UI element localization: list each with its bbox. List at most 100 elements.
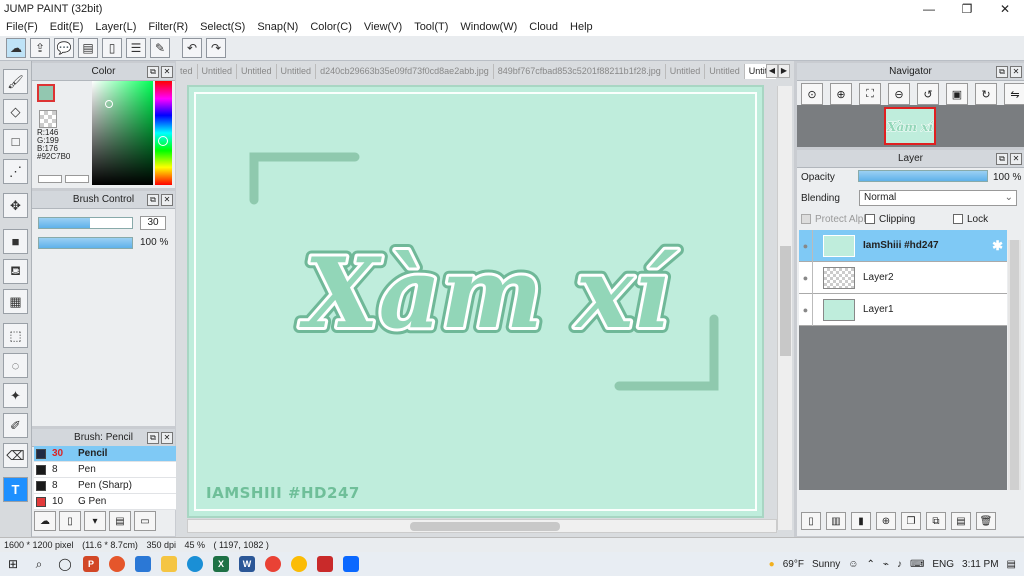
actual-size-icon[interactable]: ▣ <box>946 83 968 105</box>
blending-select[interactable]: Normal ⌄ <box>859 190 1017 206</box>
rotate-left-icon[interactable]: ↺ <box>917 83 939 105</box>
hue-slider-handle[interactable] <box>158 136 168 146</box>
menu-view[interactable]: View(V) <box>358 21 408 33</box>
zalo-app-icon[interactable] <box>338 552 364 576</box>
menu-file[interactable]: File(F) <box>0 21 44 33</box>
zoom-in-icon[interactable]: ⊕ <box>830 83 852 105</box>
brush-icon[interactable]: 🖌 <box>3 69 28 94</box>
share-icon[interactable]: ⇪ <box>30 38 50 58</box>
network-icon[interactable]: ⌁ <box>883 559 889 570</box>
brush-cloud-icon[interactable]: ☁ <box>34 511 56 531</box>
panel-float-icon[interactable]: ⧉ <box>147 66 159 78</box>
menu-filter[interactable]: Filter(R) <box>142 21 194 33</box>
navigator-thumbnail[interactable]: Xàm xí <box>884 107 936 145</box>
visibility-icon[interactable]: ● <box>799 293 813 326</box>
new-halftone-layer-icon[interactable]: ▥ <box>826 512 846 530</box>
add-layer-menu-icon[interactable]: ⊕ <box>876 512 896 530</box>
comment-box-icon[interactable]: ▤ <box>78 38 98 58</box>
menu-select[interactable]: Select(S) <box>194 21 251 33</box>
main-color-swatch[interactable] <box>37 84 55 102</box>
panel-close-icon[interactable]: ✕ <box>161 432 173 444</box>
chrome-app-icon-2[interactable] <box>286 552 312 576</box>
brush-new-icon[interactable]: ▯ <box>59 511 81 531</box>
zoom-out-icon[interactable]: ⊖ <box>888 83 910 105</box>
brush-add-menu-icon[interactable]: ▾ <box>84 511 106 531</box>
brush-size-slider[interactable] <box>38 217 133 229</box>
panel-close-icon[interactable]: ✕ <box>1010 153 1022 165</box>
delete-layer-icon[interactable]: 🗑 <box>976 512 996 530</box>
weather-temp[interactable]: 69°F <box>783 559 804 570</box>
word-app-icon[interactable]: W <box>234 552 260 576</box>
flip-icon[interactable]: ⇋ <box>1004 83 1024 105</box>
excel-app-icon[interactable]: X <box>208 552 234 576</box>
jump-paint-app-icon[interactable] <box>312 552 338 576</box>
layer-row-layer2[interactable]: ● Layer2 <box>799 261 1007 294</box>
protect-alpha-checkbox[interactable] <box>801 214 811 225</box>
transparent-color-swatch[interactable] <box>39 110 57 128</box>
gear-icon[interactable]: ✱ <box>992 238 1003 254</box>
page-icon[interactable]: ▯ <box>102 38 122 58</box>
weather-text[interactable]: Sunny <box>812 559 840 570</box>
zoom-fit-icon[interactable]: ⊙ <box>801 83 823 105</box>
canvas[interactable]: Xàm xí Xàm xí IAMSHIII #HD247 <box>187 85 764 518</box>
menu-edit[interactable]: Edit(E) <box>44 21 90 33</box>
panel-close-icon[interactable]: ✕ <box>161 194 173 206</box>
menu-cloud[interactable]: Cloud <box>523 21 564 33</box>
task-view-icon[interactable]: ◯ <box>52 552 78 576</box>
lasso-icon[interactable]: ◌ <box>3 353 28 378</box>
keyboard-icon[interactable]: ⌨ <box>910 559 924 570</box>
doc-tab[interactable]: Untitled <box>705 64 745 79</box>
doc-tab[interactable]: Untitled <box>237 64 277 79</box>
menu-tool[interactable]: Tool(T) <box>408 21 454 33</box>
saturation-value-picker[interactable] <box>92 81 153 185</box>
brush-folder-icon[interactable]: ▭ <box>134 511 156 531</box>
menu-window[interactable]: Window(W) <box>454 21 523 33</box>
file-explorer-icon[interactable] <box>156 552 182 576</box>
move-icon[interactable]: ✥ <box>3 193 28 218</box>
new-layer-icon[interactable]: ▯ <box>801 512 821 530</box>
tab-scroll-left-icon[interactable]: ◀ <box>766 64 778 78</box>
brush-item-pen-sharp[interactable]: 8 Pen (Sharp) <box>34 478 186 494</box>
people-icon[interactable]: ☺ <box>848 559 858 570</box>
panel-float-icon[interactable]: ⧉ <box>147 432 159 444</box>
panel-close-icon[interactable]: ✕ <box>161 66 173 78</box>
clipping-option[interactable]: Clipping <box>865 214 915 225</box>
canvas-horizontal-scrollbar[interactable] <box>187 519 777 533</box>
tab-scroll-right-icon[interactable]: ▶ <box>778 64 790 78</box>
fit-window-icon[interactable]: ⛶ <box>859 83 881 105</box>
new-8bit-layer-icon[interactable]: ▮ <box>851 512 871 530</box>
edge-app-icon[interactable] <box>182 552 208 576</box>
comment-icon[interactable]: 💬 <box>54 38 74 58</box>
panel-float-icon[interactable]: ⧉ <box>996 66 1008 78</box>
doc-tab[interactable]: 849bf767cfbad853c5201f88211b1f28.jpg <box>494 64 666 79</box>
undo-button[interactable]: ↶ <box>182 38 202 58</box>
protect-alpha-option[interactable]: Protect Alpha <box>801 214 874 225</box>
doc-tab[interactable]: Untitled <box>277 64 317 79</box>
chrome-app-icon[interactable] <box>260 552 286 576</box>
gradient-icon[interactable]: ▦ <box>3 289 28 314</box>
brush-opacity-slider[interactable] <box>38 237 133 249</box>
magic-wand-icon[interactable]: ✦ <box>3 383 28 408</box>
layer-row-iamshiii[interactable]: ● IamShiii #hd247 ✱ <box>799 229 1007 262</box>
merge-layer-icon[interactable]: ⧉ <box>926 512 946 530</box>
redo-button[interactable]: ↷ <box>206 38 226 58</box>
bucket-icon[interactable]: ⛾ <box>3 259 28 284</box>
brush-settings-icon[interactable]: ▤ <box>109 511 131 531</box>
select-rect-icon[interactable]: ⬚ <box>3 323 28 348</box>
panel-float-icon[interactable]: ⧉ <box>996 153 1008 165</box>
close-button[interactable]: ✕ <box>986 0 1024 18</box>
layer-scroll-thumb[interactable] <box>1010 240 1019 490</box>
rotate-right-icon[interactable]: ↻ <box>975 83 997 105</box>
hue-slider[interactable] <box>155 81 172 185</box>
visibility-icon[interactable]: ● <box>799 229 813 262</box>
powerpoint-app-icon[interactable]: P <box>78 552 104 576</box>
panel-close-icon[interactable]: ✕ <box>1010 66 1022 78</box>
select-pen-icon[interactable]: ✐ <box>3 413 28 438</box>
select-eraser-icon[interactable]: ⌫ <box>3 443 28 468</box>
copy-layer-icon[interactable]: ❐ <box>901 512 921 530</box>
text-icon[interactable]: T <box>3 477 28 502</box>
brush-item-pen[interactable]: 8 Pen <box>34 462 186 478</box>
restore-button[interactable]: ❐ <box>948 0 986 18</box>
color-mode-button-2[interactable] <box>65 175 89 183</box>
doc-tab[interactable]: Untitled <box>198 64 238 79</box>
